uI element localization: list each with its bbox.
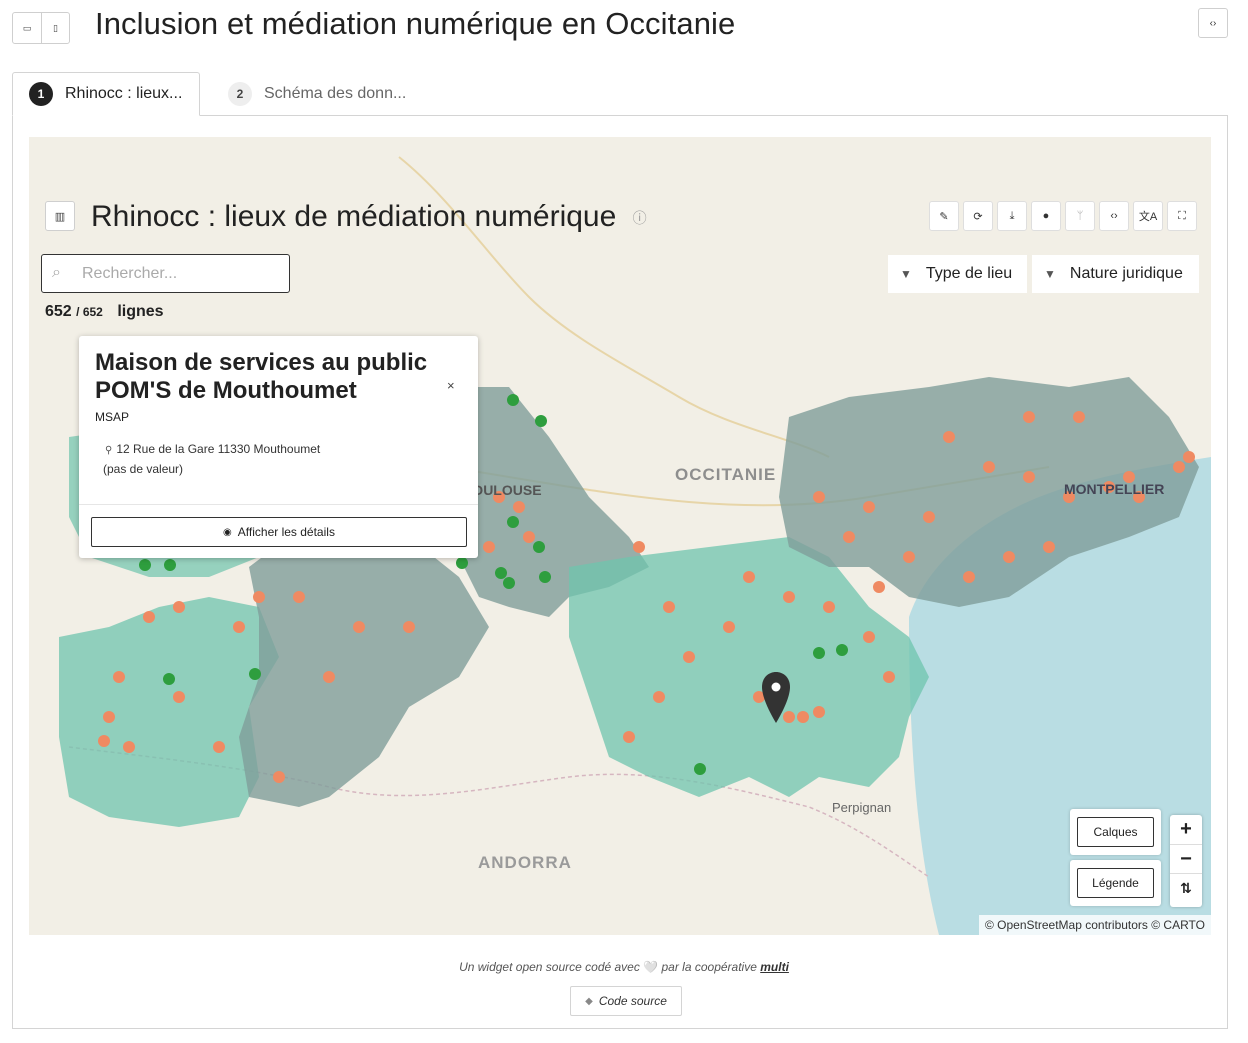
tab-label: Rhinocc : lieux... [65,85,183,102]
download-icon[interactable]: ⤓ [997,201,1027,231]
multi-link[interactable]: multi [760,960,789,974]
filter-label: Nature juridique [1069,265,1183,282]
search-icon: ⌕ [52,263,61,281]
popup-address-text: 12 Rue de la Gare 11330 Mouthoumet [116,442,321,456]
map-label-occitanie: OCCITANIE [675,465,776,484]
tab-bar: 1 Rhinocc : lieux... 2 Schéma des donn..… [12,72,1228,116]
filter-label: Type de lieu [925,265,1013,282]
fullscreen-icon[interactable]: ⛶ [1167,201,1197,231]
gitlab-icon: ◆ [585,995,593,1007]
footer-text-before: Un widget open source codé avec [459,960,640,974]
edit-icon[interactable]: ✎ [929,201,959,231]
legend-control: Légende [1070,860,1161,906]
map-view-icon[interactable]: ▥ [45,201,75,231]
footer: Un widget open source codé avec 🤍 par la… [0,960,1248,974]
tab-number: 2 [228,82,252,106]
place-popup: Maison de services au public POM'S de Mo… [79,336,478,558]
row-count-unit: lignes [117,303,164,320]
user-icon[interactable]: ● [1031,201,1061,231]
legend-button[interactable]: Légende [1077,868,1154,898]
source-code-button[interactable]: ◆ Code source [570,986,682,1016]
translate-icon[interactable]: 文A [1133,201,1163,231]
top-bar: ▭ ▯ Inclusion et médiation numérique en … [0,0,1248,52]
map-toolbar: ✎ ⟳ ⤓ ● ᛘ ‹› 文A ⛶ [929,201,1197,231]
source-code-label: Code source [598,994,667,1008]
tab-number: 1 [29,82,53,106]
refresh-icon[interactable]: ⟳ [963,201,993,231]
footer-text-after: par la coopérative [661,960,757,974]
search-input[interactable] [82,264,262,283]
code-embed-icon[interactable]: ‹› [1198,8,1228,38]
map-label-perpignan: Perpignan [832,800,891,815]
map-attribution[interactable]: © OpenStreetMap contributors © CARTO [979,915,1211,935]
zoom-control: + − ⇅ [1170,815,1202,907]
map-label-montpellier: MONTPELLIER [1064,481,1164,497]
map-label-andorra: ANDORRA [478,853,572,872]
tab-label: Schéma des donn... [264,85,407,102]
map-pin-icon: ⚲ [105,445,113,456]
vertical-layout-icon[interactable]: ▯ [40,13,69,43]
search-box[interactable]: ⌕ [41,254,290,293]
layers-control: Calques [1070,809,1161,855]
filter-type-de-lieu[interactable]: ▼ Type de lieu [888,255,1027,293]
zoom-in-button[interactable]: + [1170,815,1202,844]
close-icon[interactable]: × [447,378,455,393]
zoom-out-button[interactable]: − [1170,844,1202,873]
heart-icon: 🤍 [643,960,659,974]
eye-icon: ◉ [223,526,232,538]
page-title: Inclusion et médiation numérique en Occi… [95,6,736,41]
filter-nature-juridique[interactable]: ▼ Nature juridique [1032,255,1199,293]
popup-address: ⚲ 12 Rue de la Gare 11330 Mouthoumet [105,442,320,456]
tab-schema[interactable]: 2 Schéma des donn... [212,72,422,116]
horizontal-layout-icon[interactable]: ▭ [13,13,41,43]
filter-icon: ▼ [900,267,912,281]
row-count-total: / 652 [76,305,103,319]
row-count: 652 / 652 lignes [45,303,164,321]
tab-rhinocc[interactable]: 1 Rhinocc : lieux... [12,72,200,116]
popup-divider [79,504,478,505]
info-icon[interactable]: ⓘ [633,210,647,226]
map-title: Rhinocc : lieux de médiation numérique ⓘ [91,200,647,234]
popup-title: Maison de services au public POM'S de Mo… [95,349,428,404]
filter-icon: ▼ [1044,267,1056,281]
map-title-text: Rhinocc : lieux de médiation numérique [91,200,617,233]
map[interactable]: OCCITANIE TOULOUSE MONTPELLIER Perpignan… [29,137,1211,935]
show-details-button[interactable]: ◉ Afficher les détails [91,517,467,547]
reset-north-button[interactable]: ⇅ [1170,873,1202,902]
code-icon[interactable]: ‹› [1099,201,1129,231]
fork-icon[interactable]: ᛘ [1065,201,1095,231]
layers-button[interactable]: Calques [1077,817,1154,847]
popup-subtitle: MSAP [95,410,130,424]
show-details-label: Afficher les détails [237,525,335,539]
region-gers [59,597,279,827]
row-count-shown: 652 [45,303,72,320]
view-toggle[interactable]: ▭ ▯ [12,12,70,44]
popup-no-value: (pas de valeur) [103,462,184,476]
